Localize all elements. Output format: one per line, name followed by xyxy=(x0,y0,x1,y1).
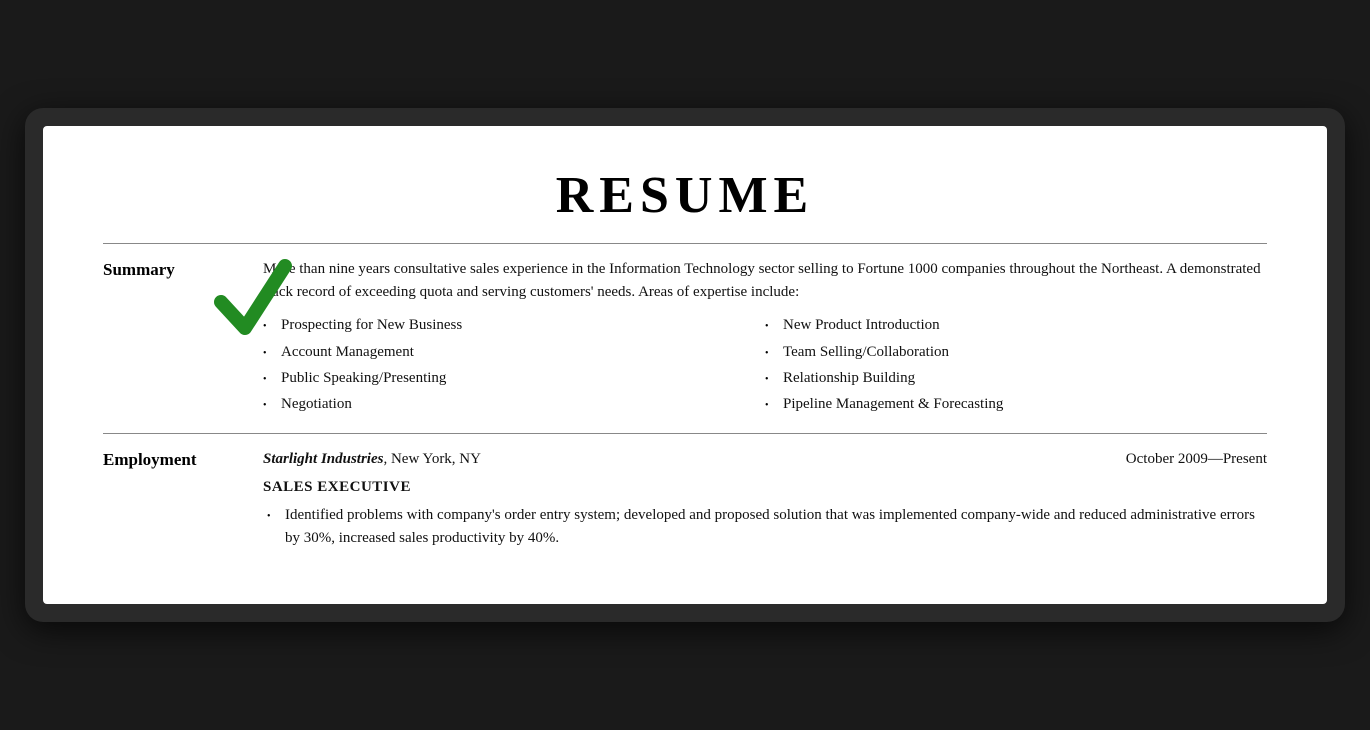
expertise-item-text: Prospecting for New Business xyxy=(281,314,462,337)
bullet-icon: • xyxy=(765,398,783,414)
list-item: • Pipeline Management & Forecasting xyxy=(765,393,1267,416)
job-bullet: • Identified problems with company's ord… xyxy=(267,504,1267,551)
expertise-item-text: Relationship Building xyxy=(783,367,915,390)
expertise-item-text: Negotiation xyxy=(281,393,352,416)
expertise-item-text: Public Speaking/Presenting xyxy=(281,367,446,390)
bullet-icon: • xyxy=(765,346,783,362)
list-item: • Public Speaking/Presenting xyxy=(263,367,765,390)
list-item: • Negotiation xyxy=(263,393,765,416)
job-location: , New York, NY xyxy=(383,451,481,467)
expertise-item-text: New Product Introduction xyxy=(783,314,940,337)
employment-section: Employment Starlight Industries, New Yor… xyxy=(103,433,1267,564)
bullet-icon: • xyxy=(263,372,281,388)
expertise-col-right: • New Product Introduction • Team Sellin… xyxy=(765,314,1267,419)
list-item: • Relationship Building xyxy=(765,367,1267,390)
employment-header: Starlight Industries, New York, NY Octob… xyxy=(263,448,1267,471)
summary-intro: More than nine years consultative sales … xyxy=(263,258,1267,305)
resume-paper: RESUME Summary More than nine years cons… xyxy=(43,126,1327,605)
bullet-icon: • xyxy=(263,398,281,414)
expertise-item-text: Team Selling/Collaboration xyxy=(783,341,949,364)
checkmark-icon xyxy=(213,254,293,344)
list-item: • Account Management xyxy=(263,341,765,364)
expertise-col-left: • Prospecting for New Business • Account… xyxy=(263,314,765,419)
list-item: • New Product Introduction xyxy=(765,314,1267,337)
resume-title: RESUME xyxy=(103,166,1267,225)
summary-section: Summary More than nine years consultativ… xyxy=(103,243,1267,434)
employment-label: Employment xyxy=(103,448,263,470)
job-bullet-text: Identified problems with company's order… xyxy=(285,504,1267,551)
expertise-grid: • Prospecting for New Business • Account… xyxy=(263,314,1267,419)
job-title: SALES EXECUTIVE xyxy=(263,476,1267,499)
outer-frame: RESUME Summary More than nine years cons… xyxy=(25,108,1345,623)
bullet-icon: • xyxy=(765,372,783,388)
job-date: October 2009—Present xyxy=(1126,448,1267,471)
company-location: Starlight Industries, New York, NY xyxy=(263,448,481,471)
bullet-icon: • xyxy=(267,509,285,525)
list-item: • Prospecting for New Business xyxy=(263,314,765,337)
bullet-icon: • xyxy=(765,319,783,335)
expertise-item-text: Account Management xyxy=(281,341,414,364)
checkmark-area xyxy=(213,254,293,349)
list-item: • Team Selling/Collaboration xyxy=(765,341,1267,364)
expertise-item-text: Pipeline Management & Forecasting xyxy=(783,393,1003,416)
summary-content: More than nine years consultative sales … xyxy=(263,258,1267,420)
company-name: Starlight Industries xyxy=(263,451,383,467)
employment-content: Starlight Industries, New York, NY Octob… xyxy=(263,448,1267,550)
